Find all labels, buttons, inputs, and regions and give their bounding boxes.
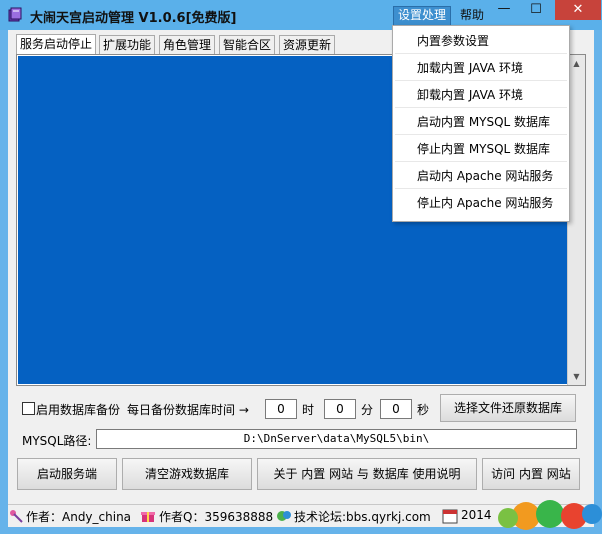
- calendar-icon: [442, 509, 458, 524]
- scroll-up-icon[interactable]: ▲: [568, 55, 585, 72]
- status-qq: 作者Q：359638888: [159, 510, 274, 524]
- visit-website-button[interactable]: 访问 内置 网站: [482, 458, 580, 490]
- menu-settings[interactable]: 设置处理: [393, 6, 452, 26]
- close-button[interactable]: ✕: [555, 0, 601, 20]
- settings-dropdown: 内置参数设置 加载内置 JAVA 环境 卸载内置 JAVA 环境 启动内置 MY…: [392, 25, 570, 222]
- hour-input[interactable]: 0: [265, 399, 297, 419]
- menu-item-stop-mysql[interactable]: 停止内置 MYSQL 数据库: [395, 136, 567, 162]
- tab-roles[interactable]: 角色管理: [159, 35, 216, 54]
- status-author: 作者：Andy_china: [26, 510, 132, 524]
- mysql-path-label: MYSQL路径:: [22, 434, 92, 448]
- menu-item-stop-apache[interactable]: 停止内 Apache 网站服务: [395, 190, 567, 216]
- tab-extend[interactable]: 扩展功能: [99, 35, 156, 54]
- minute-input[interactable]: 0: [324, 399, 356, 419]
- second-input[interactable]: 0: [380, 399, 412, 419]
- status-forum: 技术论坛:bbs.qyrkj.com: [294, 510, 431, 524]
- scroll-down-icon[interactable]: ▼: [568, 368, 585, 385]
- tab-update[interactable]: 资源更新: [279, 35, 336, 54]
- menu-item-start-apache[interactable]: 启动内 Apache 网站服务: [395, 163, 567, 189]
- gift-icon: [141, 512, 155, 522]
- menu-help[interactable]: 帮助: [456, 6, 488, 24]
- restore-db-button[interactable]: 选择文件还原数据库: [440, 394, 576, 422]
- minimize-button[interactable]: —: [489, 0, 519, 20]
- hour-unit: 时: [302, 403, 315, 417]
- second-unit: 秒: [417, 403, 430, 417]
- window-title: 大闹天宫启动管理 V1.0.6[免费版]: [30, 11, 237, 26]
- wand-icon: [10, 510, 23, 523]
- backup-checkbox-label: 启用数据库备份: [36, 403, 121, 417]
- menu-item-start-mysql[interactable]: 启动内置 MYSQL 数据库: [395, 109, 567, 135]
- daily-backup-label: 每日备份数据库时间 →: [127, 403, 249, 417]
- tab-service[interactable]: 服务启动停止: [16, 34, 97, 55]
- about-button[interactable]: 关于 内置 网站 与 数据库 使用说明: [257, 458, 477, 490]
- tab-merge[interactable]: 智能合区: [219, 35, 276, 54]
- start-server-button[interactable]: 启动服务端: [17, 458, 117, 490]
- minute-unit: 分: [361, 403, 374, 417]
- clear-db-button[interactable]: 清空游戏数据库: [122, 458, 252, 490]
- watermark-logo: [498, 500, 602, 530]
- menu-item-internal-params[interactable]: 内置参数设置: [395, 28, 567, 54]
- mysql-path-field[interactable]: D:\DnServer\data\MySQL5\bin\: [96, 429, 577, 449]
- backup-checkbox[interactable]: [22, 402, 35, 415]
- book-stack-icon: [8, 7, 22, 22]
- app-window: 大闹天宫启动管理 V1.0.6[免费版] 设置处理 帮助 — ☐ ✕ 服务启动停…: [0, 0, 602, 534]
- menu-item-load-java[interactable]: 加载内置 JAVA 环境: [395, 55, 567, 81]
- chat-icon: [277, 511, 291, 521]
- maximize-button[interactable]: ☐: [521, 0, 551, 20]
- menu-item-unload-java[interactable]: 卸载内置 JAVA 环境: [395, 82, 567, 108]
